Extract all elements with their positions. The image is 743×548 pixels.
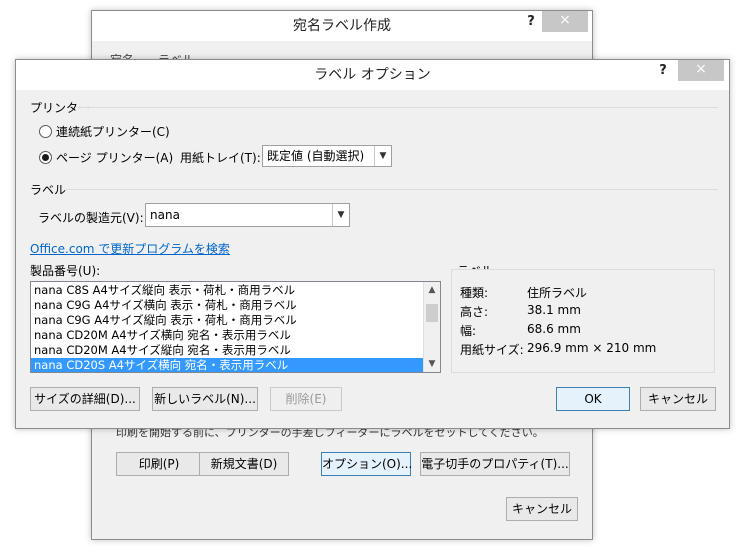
label-section-label: ラベル bbox=[30, 183, 67, 197]
list-item[interactable]: nana C8S A4サイズ縦向 表示・荷札・商用ラベル bbox=[31, 283, 440, 298]
list-item[interactable]: nana C9G A4サイズ横向 表示・荷札・商用ラベル bbox=[31, 298, 440, 313]
info-type-key: 種類: bbox=[460, 286, 489, 300]
chevron-down-icon[interactable]: ▼ bbox=[424, 356, 440, 372]
tray-value: 既定値 (自動選択) bbox=[267, 149, 365, 163]
info-height-value: 38.1 mm bbox=[527, 303, 581, 317]
chevron-up-icon[interactable]: ▲ bbox=[424, 282, 440, 298]
vendor-label: ラベルの製造元(V): bbox=[38, 211, 144, 225]
info-height-key: 高さ: bbox=[460, 305, 489, 319]
label-options-title: ラベル オプション bbox=[16, 60, 729, 90]
continuous-printer-radio[interactable] bbox=[39, 125, 52, 138]
printer-section-divider bbox=[78, 107, 718, 108]
print-button[interactable]: 印刷(P) bbox=[116, 452, 202, 476]
help-button[interactable]: ? bbox=[649, 60, 677, 82]
vendor-value: nana bbox=[150, 208, 180, 222]
tray-label: 用紙トレイ(T): bbox=[180, 151, 261, 165]
product-rows: nana C8S A4サイズ縦向 表示・荷札・商用ラベル nana C9G A4… bbox=[31, 282, 440, 372]
ok-button[interactable]: OK bbox=[556, 387, 630, 411]
e-postage-properties-button[interactable]: 電子切手のプロパティ(T)... bbox=[420, 452, 570, 476]
chevron-down-icon: ▼ bbox=[374, 146, 391, 166]
list-item[interactable]: nana CD20M A4サイズ縦向 宛名・表示用ラベル bbox=[31, 343, 440, 358]
product-list-scrollbar[interactable]: ▲ ▼ bbox=[423, 282, 440, 372]
vendor-select[interactable]: nana ▼ bbox=[145, 203, 350, 227]
new-document-button[interactable]: 新規文書(D) bbox=[199, 452, 289, 476]
background-cancel-button[interactable]: キャンセル bbox=[506, 497, 578, 521]
scrollbar-thumb[interactable] bbox=[426, 304, 438, 322]
update-link[interactable]: Office.com で更新プログラムを検索 bbox=[30, 240, 230, 257]
info-paper-size-value: 296.9 mm × 210 mm bbox=[527, 341, 657, 355]
info-paper-size-key: 用紙サイズ: bbox=[460, 343, 524, 357]
list-item[interactable]: nana C9G A4サイズ縦向 表示・荷札・商用ラベル bbox=[31, 313, 440, 328]
update-link-text[interactable]: Office.com で更新プログラムを検索 bbox=[30, 242, 230, 256]
list-item[interactable]: nana CD20M A4サイズ横向 宛名・表示用ラベル bbox=[31, 328, 440, 343]
details-button[interactable]: サイズの詳細(D)... bbox=[30, 387, 140, 411]
product-listbox[interactable]: nana C8S A4サイズ縦向 表示・荷札・商用ラベル nana C9G A4… bbox=[30, 281, 441, 373]
close-button[interactable]: × bbox=[542, 11, 588, 32]
new-label-button[interactable]: 新しいラベル(N)... bbox=[152, 387, 258, 411]
info-type-value: 住所ラベル bbox=[527, 286, 588, 300]
page-printer-radio[interactable] bbox=[39, 151, 52, 164]
list-item-selected[interactable]: nana CD20S A4サイズ横向 宛名・表示用ラベル bbox=[31, 358, 440, 372]
product-number-label: 製品番号(U): bbox=[30, 264, 101, 278]
info-width-key: 幅: bbox=[460, 324, 477, 338]
tray-select[interactable]: 既定値 (自動選択) ▼ bbox=[262, 145, 392, 167]
page-printer-label[interactable]: ページ プリンター(A) bbox=[56, 149, 173, 166]
label-section-divider bbox=[66, 189, 718, 190]
close-button[interactable]: × bbox=[678, 60, 724, 81]
radio-selected-dot bbox=[42, 154, 49, 161]
cancel-button[interactable]: キャンセル bbox=[640, 387, 716, 411]
delete-button[interactable]: 削除(E) bbox=[270, 387, 342, 411]
help-button[interactable]: ? bbox=[517, 11, 545, 33]
chevron-down-icon: ▼ bbox=[332, 204, 349, 226]
info-width-value: 68.6 mm bbox=[527, 322, 581, 336]
options-button[interactable]: オプション(O)... bbox=[321, 452, 412, 476]
continuous-printer-label[interactable]: 連続紙プリンター(C) bbox=[56, 123, 170, 140]
label-options-dialog: ラベル オプション ? × プリンター 連続紙プリンター(C) ページ プリンタ… bbox=[15, 59, 730, 429]
